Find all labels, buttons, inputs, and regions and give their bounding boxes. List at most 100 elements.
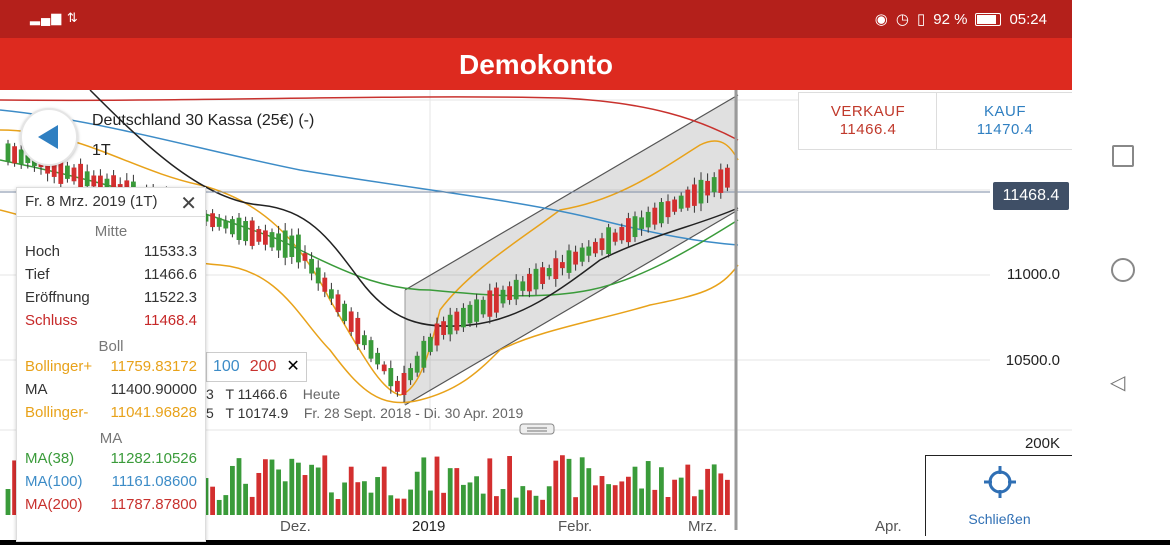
volume-bar: [315, 467, 321, 515]
candle: [335, 294, 341, 313]
volume-bar: [461, 484, 466, 515]
candle: [487, 290, 493, 317]
volume-bar: [593, 485, 598, 515]
candle: [408, 368, 413, 381]
sell-button[interactable]: VERKAUF 11466.4: [798, 92, 938, 150]
candle: [236, 217, 242, 240]
volume-bar: [606, 484, 611, 515]
ma-legend-100: 100: [213, 358, 240, 375]
volume-bar: [236, 458, 242, 515]
volume-bar: [533, 495, 539, 515]
candle: [725, 167, 730, 188]
candle: [652, 207, 658, 225]
buy-button[interactable]: KAUF 11470.4: [936, 92, 1074, 150]
buy-price: 11470.4: [976, 121, 1034, 138]
back-nav-icon[interactable]: ◁: [1110, 370, 1125, 395]
candle: [659, 202, 664, 224]
volume-bar: [401, 498, 407, 515]
back-button[interactable]: [20, 108, 78, 166]
volume-bar: [388, 495, 394, 515]
volume-bar: [718, 473, 724, 515]
close-position-button[interactable]: Schließen: [925, 455, 1073, 536]
candle: [434, 323, 440, 346]
candle: [599, 238, 605, 250]
candle: [355, 317, 361, 344]
candle: [282, 230, 288, 258]
candle-info-panel: Fr. 8 Mrz. 2019 (1T) ✕ Mitte Hoch 11533.3…: [16, 187, 206, 542]
volume-bar: [309, 464, 314, 515]
close-icon[interactable]: ✕: [286, 353, 299, 381]
volume-bar: [513, 497, 519, 515]
volume-bar: [645, 461, 651, 515]
candle: [329, 289, 334, 299]
sell-label: VERKAUF: [830, 103, 906, 120]
candle: [705, 180, 710, 196]
recent-apps-icon[interactable]: [1112, 145, 1134, 167]
candle: [639, 217, 644, 229]
candle: [579, 247, 585, 262]
candle: [718, 169, 724, 193]
home-icon[interactable]: [1111, 258, 1135, 282]
candle: [467, 304, 473, 324]
volume-bar: [256, 472, 262, 515]
candle: [84, 171, 90, 187]
close-position-label: Schließen: [968, 511, 1031, 527]
candle: [645, 211, 651, 228]
ma-legend[interactable]: 100 200 ✕: [206, 352, 307, 382]
volume-bar: [480, 493, 486, 515]
candle: [540, 267, 545, 284]
candle: [216, 217, 222, 227]
candle: [375, 352, 380, 365]
volume-bar: [428, 490, 433, 515]
candle: [500, 289, 506, 304]
candle: [685, 189, 691, 208]
volume-bar: [355, 482, 361, 515]
period-stats: 3 T 11466.6 Heute 5 T 10174.9 Fr. 28 Sep…: [206, 386, 524, 421]
volume-bar: [507, 456, 512, 515]
volume-bar: [632, 466, 638, 515]
volume-bar: [540, 499, 545, 515]
candle: [348, 311, 354, 332]
candle: [315, 267, 321, 284]
signal-icon: ▂▄▆ ⇅: [30, 10, 79, 25]
volume-bar: [494, 496, 499, 515]
candle: [665, 201, 671, 218]
volume-bar: [553, 460, 559, 515]
volume-bar: [705, 468, 710, 515]
volume-bar: [269, 459, 275, 515]
volume-bar: [276, 469, 281, 515]
volume-bar: [599, 476, 605, 515]
candle: [302, 253, 308, 261]
vibrate-icon: ▯: [916, 11, 926, 28]
volume-bar: [573, 497, 578, 515]
android-nav-bar: ◁: [1072, 0, 1170, 540]
section-title: Mitte: [94, 223, 128, 240]
candle: [5, 143, 11, 162]
clock: 05:24: [1009, 10, 1047, 28]
volume-bar: [421, 457, 427, 515]
volume-bar: [546, 486, 552, 515]
candle: [381, 364, 387, 372]
volume-bar: [408, 489, 413, 515]
volume-bar: [434, 456, 440, 515]
candle: [249, 220, 255, 246]
volume-bar: [362, 481, 367, 515]
volume-bar: [447, 468, 453, 515]
volume-bar: [216, 499, 222, 515]
x-axis-label: Mrz.: [688, 518, 718, 535]
chart-area[interactable]: Deutschland 30 Kassa (25€) (-) 1T VERKAU…: [0, 89, 1074, 542]
candle: [65, 165, 70, 179]
timeframe-label[interactable]: 1T: [92, 142, 111, 160]
candle: [309, 258, 314, 274]
volume-bar: [678, 477, 684, 515]
close-icon[interactable]: ✕: [180, 191, 197, 216]
candle: [362, 335, 367, 346]
pane-resize-handle: [519, 423, 555, 435]
volume-bar: [665, 496, 671, 515]
volume-bar: [619, 481, 625, 515]
x-axis-label: 2019: [412, 518, 446, 535]
candle: [428, 336, 433, 352]
section-title: MA: [99, 430, 123, 447]
buy-label: KAUF: [983, 103, 1026, 120]
current-price-tag: 11468.4: [993, 182, 1069, 210]
